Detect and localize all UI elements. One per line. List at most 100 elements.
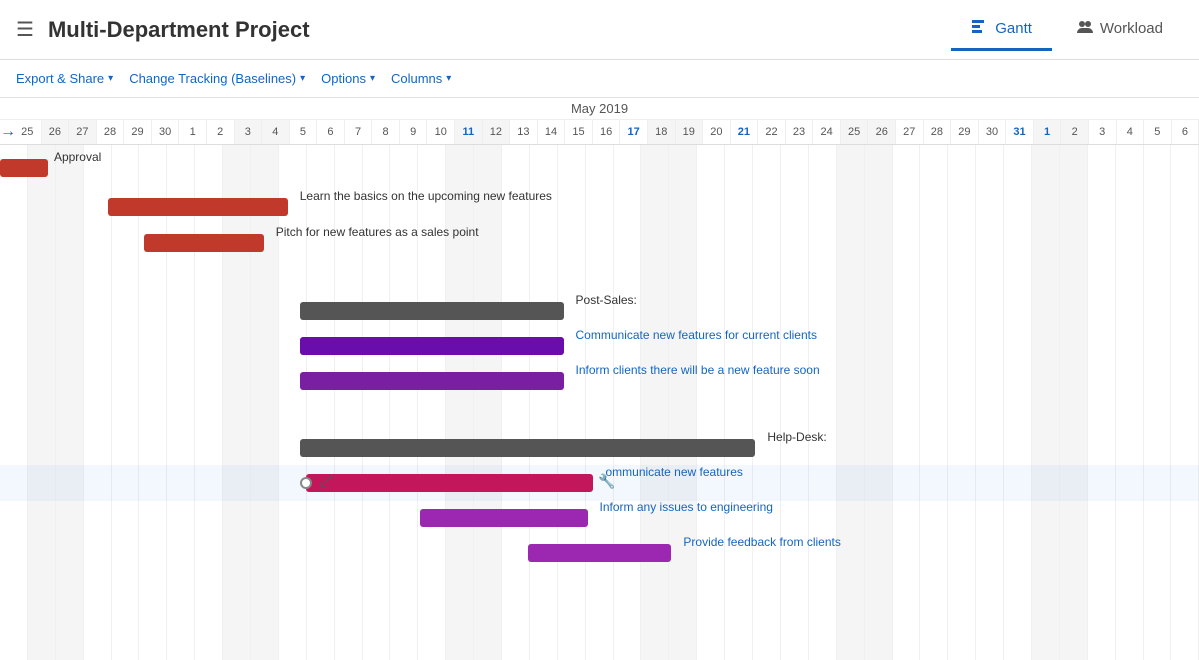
day-cell-38: 2 xyxy=(1061,120,1089,144)
change-tracking-label: Change Tracking (Baselines) xyxy=(129,71,296,86)
task-row-inform-clients: Inform clients there will be a new featu… xyxy=(0,363,1199,399)
day-cell-20: 15 xyxy=(565,120,593,144)
gantt-bar-inform-issues[interactable] xyxy=(420,509,588,527)
day-cell-4: 29 xyxy=(124,120,152,144)
task-row-approval: Approval xyxy=(0,150,1199,186)
export-arrow-icon: ▾ xyxy=(108,73,113,84)
project-title: Multi-Department Project xyxy=(48,17,951,43)
day-cell-41: 5 xyxy=(1144,120,1172,144)
columns-label: Columns xyxy=(391,71,442,86)
day-cell-40: 4 xyxy=(1117,120,1145,144)
day-cell-18: 13 xyxy=(510,120,538,144)
day-cell-37: 1 xyxy=(1034,120,1062,144)
day-cell-6: 1 xyxy=(179,120,207,144)
day-cell-10: 5 xyxy=(290,120,318,144)
task-row-learn-basics: Learn the basics on the upcoming new fea… xyxy=(0,189,1199,225)
task-row-helpdesk-group: Help-Desk: xyxy=(0,430,1199,466)
tracking-arrow-icon: ▾ xyxy=(300,73,305,84)
day-cell-26: 21 xyxy=(731,120,759,144)
day-cell-15: 10 xyxy=(427,120,455,144)
tab-workload[interactable]: Workload xyxy=(1056,9,1183,51)
day-cell-3: 28 xyxy=(97,120,125,144)
workload-icon xyxy=(1076,17,1094,40)
bar-label-learn-basics: Learn the basics on the upcoming new fea… xyxy=(300,189,552,203)
day-cell-1: 26 xyxy=(42,120,70,144)
day-cell-31: 26 xyxy=(868,120,896,144)
export-share-label: Export & Share xyxy=(16,71,104,86)
day-cell-21: 16 xyxy=(593,120,621,144)
gantt-body: Approval Learn the basics on the upcoming… xyxy=(0,145,1199,660)
timeline-arrow: → xyxy=(0,123,16,141)
gantt-bar-communicate-current[interactable] xyxy=(300,337,564,355)
day-cell-23: 18 xyxy=(648,120,676,144)
drag-handle-communicate-new[interactable] xyxy=(300,477,312,489)
day-cell-2: 27 xyxy=(69,120,97,144)
gantt-bar-post-sales-group[interactable] xyxy=(300,302,564,320)
day-cell-9: 4 xyxy=(262,120,290,144)
month-label: May 2019 xyxy=(0,98,1199,120)
header: ☰ Multi-Department Project Gantt Workloa… xyxy=(0,0,1199,60)
day-cell-22: 17 xyxy=(620,120,648,144)
gantt-icon xyxy=(971,17,989,40)
nav-tabs: Gantt Workload xyxy=(951,9,1183,51)
gantt-bar-communicate-new[interactable]: ⤢🔧 xyxy=(306,474,594,492)
menu-icon[interactable]: ☰ xyxy=(16,17,34,42)
bar-label-communicate-new: ommunicate new features xyxy=(605,465,742,479)
day-cell-16: 11 xyxy=(455,120,483,144)
bar-label-inform-issues: Inform any issues to engineering xyxy=(600,500,773,514)
task-row-communicate-current: Communicate new features for current cli… xyxy=(0,328,1199,364)
day-cell-42: 6 xyxy=(1172,120,1199,144)
day-cell-35: 30 xyxy=(979,120,1007,144)
bar-label-inform-clients: Inform clients there will be a new featu… xyxy=(576,363,820,377)
day-cell-8: 3 xyxy=(235,120,263,144)
options-label: Options xyxy=(321,71,366,86)
export-share-button[interactable]: Export & Share ▾ xyxy=(16,71,113,86)
bar-label-post-sales-group: Post-Sales: xyxy=(576,293,637,307)
day-cell-17: 12 xyxy=(483,120,511,144)
gantt-bar-learn-basics[interactable] xyxy=(108,198,288,216)
bar-label-pitch-sales: Pitch for new features as a sales point xyxy=(276,225,479,239)
task-row-communicate-new: ⤢🔧 ommunicate new features xyxy=(0,465,1199,501)
day-cell-39: 3 xyxy=(1089,120,1117,144)
day-cell-29: 24 xyxy=(813,120,841,144)
bar-label-communicate-current: Communicate new features for current cli… xyxy=(576,328,817,342)
task-row-pitch-sales: Pitch for new features as a sales point xyxy=(0,225,1199,261)
tab-workload-label: Workload xyxy=(1100,20,1163,37)
task-rows: Approval Learn the basics on the upcoming… xyxy=(0,145,1199,660)
day-cell-13: 8 xyxy=(372,120,400,144)
gantt-container: May 2019 → 25262728293012345678910111213… xyxy=(0,98,1199,660)
options-arrow-icon: ▾ xyxy=(370,73,375,84)
toolbar: Export & Share ▾ Change Tracking (Baseli… xyxy=(0,60,1199,98)
task-row-feedback-clients: Provide feedback from clients xyxy=(0,535,1199,571)
day-cell-25: 20 xyxy=(703,120,731,144)
gantt-bar-inform-clients[interactable] xyxy=(300,372,564,390)
timeline-header: May 2019 → 25262728293012345678910111213… xyxy=(0,98,1199,145)
day-cell-14: 9 xyxy=(400,120,428,144)
day-cell-11: 6 xyxy=(317,120,345,144)
task-row-post-sales-group: Post-Sales: xyxy=(0,293,1199,329)
tab-gantt-label: Gantt xyxy=(995,20,1032,37)
day-cell-34: 29 xyxy=(951,120,979,144)
day-cell-24: 19 xyxy=(676,120,704,144)
gantt-bar-pitch-sales[interactable] xyxy=(144,234,264,252)
day-cell-33: 28 xyxy=(924,120,952,144)
day-cell-28: 23 xyxy=(786,120,814,144)
day-cell-5: 30 xyxy=(152,120,180,144)
day-cell-27: 22 xyxy=(758,120,786,144)
day-cell-7: 2 xyxy=(207,120,235,144)
gantt-bar-approval[interactable] xyxy=(0,159,48,177)
bar-label-approval: Approval xyxy=(54,150,101,164)
tab-gantt[interactable]: Gantt xyxy=(951,9,1052,51)
columns-button[interactable]: Columns ▾ xyxy=(391,71,451,86)
days-row: → 25262728293012345678910111213141516171… xyxy=(0,120,1199,144)
gantt-bar-feedback-clients[interactable] xyxy=(528,544,672,562)
task-row-inform-issues: Inform any issues to engineering xyxy=(0,500,1199,536)
gantt-bar-helpdesk-group[interactable] xyxy=(300,439,756,457)
change-tracking-button[interactable]: Change Tracking (Baselines) ▾ xyxy=(129,71,305,86)
options-button[interactable]: Options ▾ xyxy=(321,71,375,86)
bar-label-feedback-clients: Provide feedback from clients xyxy=(683,535,840,549)
day-cell-32: 27 xyxy=(896,120,924,144)
day-cell-0: 25 xyxy=(14,120,42,144)
day-cell-30: 25 xyxy=(841,120,869,144)
drag-cursor-icon: ⤢ xyxy=(320,473,333,491)
